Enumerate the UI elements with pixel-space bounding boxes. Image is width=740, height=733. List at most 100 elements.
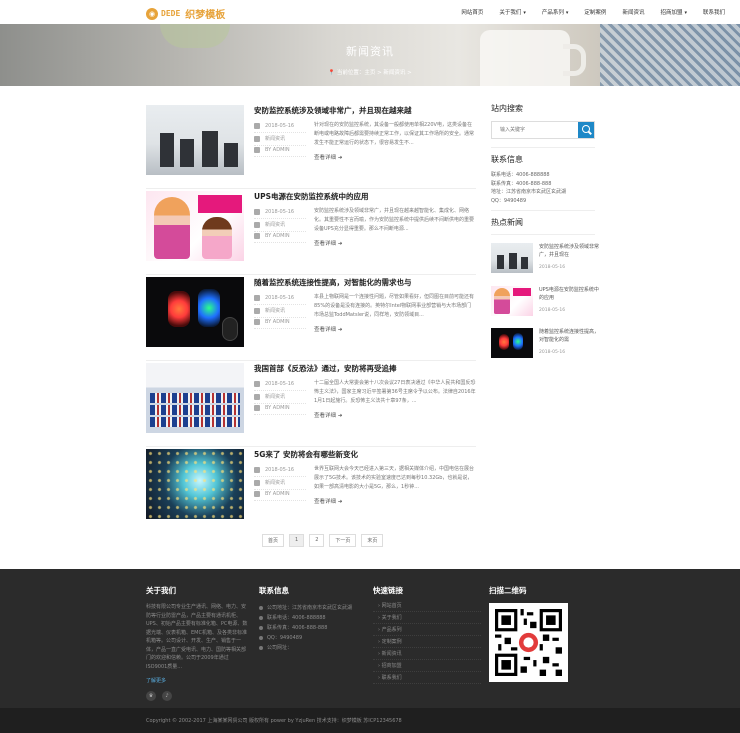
footer-qq: QQ：9490489 [259, 633, 352, 643]
news-summary: 安防监控系统涉及领域非常广，并且现在越来越智能化、集成化、网络化。其重要性不言而… [314, 208, 475, 232]
news-title[interactable]: 随着监控系统连接性提高，对智能化的需求也与 [254, 277, 476, 288]
hot-news-item[interactable]: 安防监控系统涉及领域非常广，并且现在 2018-05-16 [491, 243, 599, 279]
divider [491, 147, 595, 148]
bell-icon[interactable]: ♪ [162, 691, 172, 701]
cart-icon[interactable]: ♛ [146, 691, 156, 701]
copyright-bar: Copyright © 2002-2017 上海某某网贸公司 版权所有 powe… [0, 708, 740, 733]
news-category[interactable]: 新闻资讯 [254, 479, 306, 490]
hot-news-title[interactable]: 安防监控系统涉及领域非常广，并且现在 [539, 243, 599, 259]
news-thumbnail[interactable] [146, 277, 244, 347]
footer-fax: 联系传真：4006-888-888 [259, 623, 352, 633]
search-box [491, 121, 595, 139]
footer-links-heading: 快速链接 [373, 586, 403, 595]
thumb-shape [521, 257, 528, 269]
page-next-button[interactable]: 下一页 [329, 534, 357, 547]
breadcrumb[interactable]: 📍 当前位置：主页 > 新闻资讯 > [0, 68, 740, 76]
news-thumbnail[interactable] [146, 363, 244, 433]
thumb-shape [497, 255, 504, 269]
site-logo[interactable]: ◉ DEDE 织梦模板 [146, 6, 225, 21]
fax-icon [259, 626, 263, 630]
footer-link-home[interactable]: › 网站首页 [373, 600, 481, 612]
news-author: BY ADMIN [254, 147, 306, 157]
user-icon [254, 319, 260, 325]
news-summary: 本县上物联网是一个连接性问题，尽管如果看好，但同图在目前可能还有85%的设备是没… [314, 294, 475, 318]
thumb-shape [198, 289, 220, 327]
news-title[interactable]: UPS电源在安防监控系统中的应用 [254, 191, 476, 202]
footer-link-news[interactable]: › 新闻资讯 [373, 648, 481, 660]
news-category[interactable]: 新闻资讯 [254, 307, 306, 318]
hot-news-thumbnail[interactable] [491, 286, 533, 316]
thumb-shape [160, 133, 174, 167]
page-1-button[interactable]: 1 [289, 534, 305, 547]
hot-news-thumbnail[interactable] [491, 328, 533, 358]
thumb-shape [509, 253, 517, 269]
news-title[interactable]: 我国首部《反恐法》通过，安防将再受追捧 [254, 363, 476, 374]
footer-link-about[interactable]: › 关于我们 [373, 612, 481, 624]
nav-item-about[interactable]: 关于我们 ▾ [499, 8, 526, 16]
user-icon [254, 147, 260, 153]
page-banner: 新闻资讯 📍 当前位置：主页 > 新闻资讯 > [0, 24, 740, 86]
page-first-button[interactable]: 首页 [262, 534, 285, 547]
news-item: 5G来了 安防将会有哪些新变化 2018-05-16 新闻资讯 BY ADMIN… [146, 447, 476, 533]
hot-news-title[interactable]: 随着监控系统连接性提高，对智能化的需 [539, 328, 599, 344]
footer-link-contact[interactable]: › 联系我们 [373, 672, 481, 684]
thumb-shape [150, 417, 240, 427]
footer-contact-heading: 联系信息 [259, 586, 289, 595]
calendar-icon [254, 123, 260, 129]
thumb-shape [168, 291, 190, 327]
nav-item-news[interactable]: 新闻资讯 [622, 8, 644, 16]
news-summary: 世界互联网大会今天已经进入第三天，据相关媒体介绍，中国电信在展台展示了5G技术。… [314, 466, 475, 490]
nav-item-contact[interactable]: 联系我们 [703, 8, 725, 16]
footer-link-products[interactable]: › 产品系列 [373, 624, 481, 636]
news-author: BY ADMIN [254, 319, 306, 329]
news-category[interactable]: 新闻资讯 [254, 135, 306, 146]
copyright-text: Copyright © 2002-2017 上海某某网贸公司 版权所有 powe… [146, 718, 402, 724]
nav-item-franchise[interactable]: 招商加盟 ▾ [660, 8, 687, 16]
news-author: BY ADMIN [254, 405, 306, 415]
read-more-link[interactable]: 查看详细 ➜ [314, 153, 342, 161]
news-category[interactable]: 新闻资讯 [254, 221, 306, 232]
hot-news-item[interactable]: 随着监控系统连接性提高，对智能化的需 2018-05-16 [491, 328, 599, 364]
search-input[interactable] [492, 122, 579, 138]
hot-news-item[interactable]: UPS电源在安防监控系统中的应用 2018-05-16 [491, 286, 599, 322]
news-summary: 十二届全国人大常委会第十八次会议27日表决通过《中华人民共和国反恐怖主义法》，国… [314, 380, 476, 404]
news-title[interactable]: 5G来了 安防将会有哪些新变化 [254, 449, 476, 460]
footer-link-cases[interactable]: › 定制案例 [373, 636, 481, 648]
read-more-link[interactable]: 查看详细 ➜ [314, 497, 342, 505]
user-icon [254, 491, 260, 497]
hot-news-date: 2018-05-16 [539, 265, 566, 270]
logo-mark-icon: ◉ [146, 7, 158, 20]
thumb-shape [198, 195, 242, 213]
news-thumbnail[interactable] [146, 105, 244, 175]
read-more-link[interactable]: 查看详细 ➜ [314, 239, 342, 247]
thumb-shape [513, 288, 531, 296]
about-more-link[interactable]: 了解更多 [146, 677, 166, 684]
search-icon[interactable] [578, 122, 594, 138]
nav-item-cases[interactable]: 定制案例 [584, 8, 606, 16]
news-thumbnail[interactable] [146, 449, 244, 519]
news-item: 安防监控系统涉及领域非常广，并且现在越来越 2018-05-16 新闻资讯 BY… [146, 103, 476, 189]
footer-about-text: 科技有限公司专业生产通讯、网络、电力、安防等行业防雷产品，产品主要有通讯机柜、U… [146, 604, 248, 670]
read-more-link[interactable]: 查看详细 ➜ [314, 325, 342, 333]
news-date: 2018-05-16 [254, 123, 306, 133]
hot-news-thumbnail[interactable] [491, 243, 533, 273]
thumb-shape [222, 317, 238, 341]
footer-link-franchise[interactable]: › 招商加盟 [373, 660, 481, 672]
hot-news-title[interactable]: UPS电源在安防监控系统中的应用 [539, 286, 599, 302]
footer-about-heading: 关于我们 [146, 586, 176, 595]
page-title: 新闻资讯 [346, 45, 394, 58]
nav-item-home[interactable]: 网站首页 [461, 8, 483, 16]
qr-code-icon [495, 609, 562, 676]
news-author: BY ADMIN [254, 491, 306, 501]
news-item: UPS电源在安防监控系统中的应用 2018-05-16 新闻资讯 BY ADMI… [146, 189, 476, 275]
read-more-link[interactable]: 查看详细 ➜ [314, 411, 342, 419]
news-title[interactable]: 安防监控系统涉及领域非常广，并且现在越来越 [254, 105, 476, 116]
news-thumbnail[interactable] [146, 191, 244, 261]
footer-social: ♛ ♪ [146, 691, 172, 701]
page-2-button[interactable]: 2 [309, 534, 325, 547]
footer-address: 公司地址：江苏省南京市玄武区玄武湖 [259, 603, 352, 613]
news-date: 2018-05-16 [254, 467, 306, 477]
page-last-button[interactable]: 末页 [361, 534, 384, 547]
news-category[interactable]: 新闻资讯 [254, 393, 306, 404]
nav-item-products[interactable]: 产品系列 ▾ [542, 8, 569, 16]
